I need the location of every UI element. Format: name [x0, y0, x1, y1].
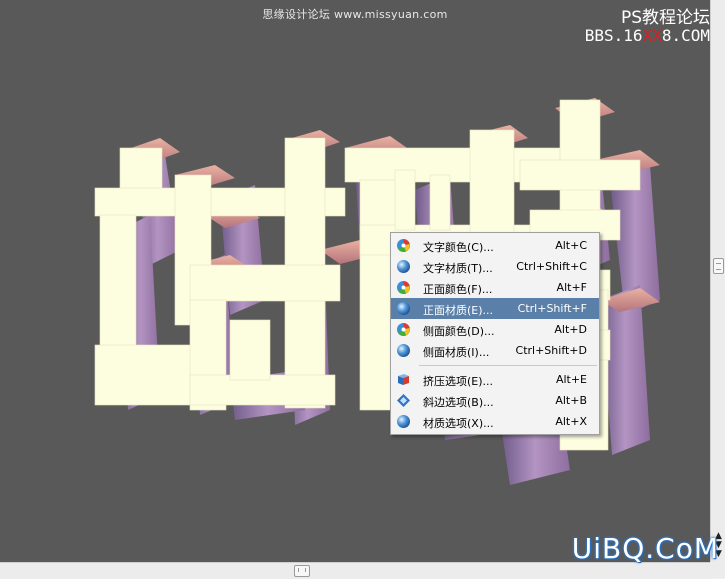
- material-sphere-icon: [396, 259, 411, 274]
- menu-item-shortcut: Alt+X: [555, 415, 587, 428]
- canvas-view[interactable]: 思缘设计论坛 www.missyuan.com PS教程论坛 BBS.16XX8…: [0, 0, 710, 562]
- menu-item-7[interactable]: 挤压选项(E)... Alt+E: [391, 369, 599, 390]
- menu-item-1[interactable]: 文字颜色(C)... Alt+C: [391, 235, 599, 256]
- menu-item-8[interactable]: 斜边选项(B)... Alt+B: [391, 390, 599, 411]
- brand-watermark: UiBQ.CoM: [571, 532, 719, 565]
- menu-item-shortcut: Alt+F: [556, 281, 587, 294]
- menu-item-4[interactable]: 正面材质(E)... Ctrl+Shift+F: [391, 298, 599, 319]
- menu-item-shortcut: Alt+C: [555, 239, 587, 252]
- menu-item-label: 文字材质(T)...: [423, 262, 493, 275]
- menu-item-5[interactable]: 侧面颜色(D)... Alt+D: [391, 319, 599, 340]
- menu-item-9[interactable]: 材质选项(X)... Alt+X: [391, 411, 599, 432]
- watermark-url-part1: BBS.16: [584, 26, 643, 45]
- watermark-site-url: BBS.16XX8.COM: [585, 26, 710, 45]
- menu-item-2[interactable]: 文字材质(T)... Ctrl+Shift+C: [391, 256, 599, 277]
- watermark-site-name: PS教程论坛: [620, 8, 710, 28]
- menu-item-label: 侧面颜色(D)...: [423, 325, 495, 338]
- vertical-scrollbar[interactable]: ▲ ▼ ▼: [710, 0, 725, 562]
- app-window: 思缘设计论坛 www.missyuan.com PS教程论坛 BBS.16XX8…: [0, 0, 725, 579]
- menu-item-3[interactable]: 正面颜色(F)... Alt+F: [391, 277, 599, 298]
- material-sphere-icon: [396, 301, 411, 316]
- extrude-cube-icon: [396, 372, 411, 387]
- watermark-top: 思缘设计论坛 www.missyuan.com: [262, 8, 448, 21]
- menu-item-shortcut: Ctrl+Shift+D: [515, 344, 587, 357]
- material-sphere-icon: [396, 414, 411, 429]
- menu-item-6[interactable]: 侧面材质(I)... Ctrl+Shift+D: [391, 340, 599, 361]
- menu-item-label: 正面颜色(F)...: [423, 283, 493, 296]
- menu-item-shortcut: Alt+D: [554, 323, 587, 336]
- watermark-url-part2: XX: [642, 26, 662, 45]
- vertical-scroll-thumb[interactable]: [713, 258, 724, 274]
- watermark-url-part3: 8.COM: [661, 26, 710, 45]
- menu-item-label: 文字颜色(C)...: [423, 241, 494, 254]
- menu-item-shortcut: Alt+B: [555, 394, 587, 407]
- menu-separator: [419, 365, 597, 366]
- 3d-text-artwork: [94, 98, 660, 485]
- menu-item-label: 侧面材质(I)...: [423, 346, 490, 359]
- menu-item-shortcut: Ctrl+Shift+C: [516, 260, 587, 273]
- menu-item-shortcut: Ctrl+Shift+F: [517, 302, 587, 315]
- color-wheel-icon: [396, 238, 411, 253]
- color-wheel-icon: [396, 280, 411, 295]
- material-sphere-icon: [396, 343, 411, 358]
- menu-item-label: 正面材质(E)...: [423, 304, 494, 317]
- menu-item-shortcut: Alt+E: [555, 373, 587, 386]
- menu-item-label: 材质选项(X)...: [423, 417, 494, 430]
- context-menu: 文字颜色(C)... Alt+C 文字材质(T)... Ctrl+Shift+C 正面颜…: [390, 232, 600, 435]
- color-wheel-icon: [396, 322, 411, 337]
- menu-item-label: 挤压选项(E)...: [423, 375, 494, 388]
- menu-item-label: 斜边选项(B)...: [423, 396, 494, 409]
- horizontal-scroll-thumb[interactable]: [294, 565, 310, 577]
- bevel-icon: [396, 393, 411, 408]
